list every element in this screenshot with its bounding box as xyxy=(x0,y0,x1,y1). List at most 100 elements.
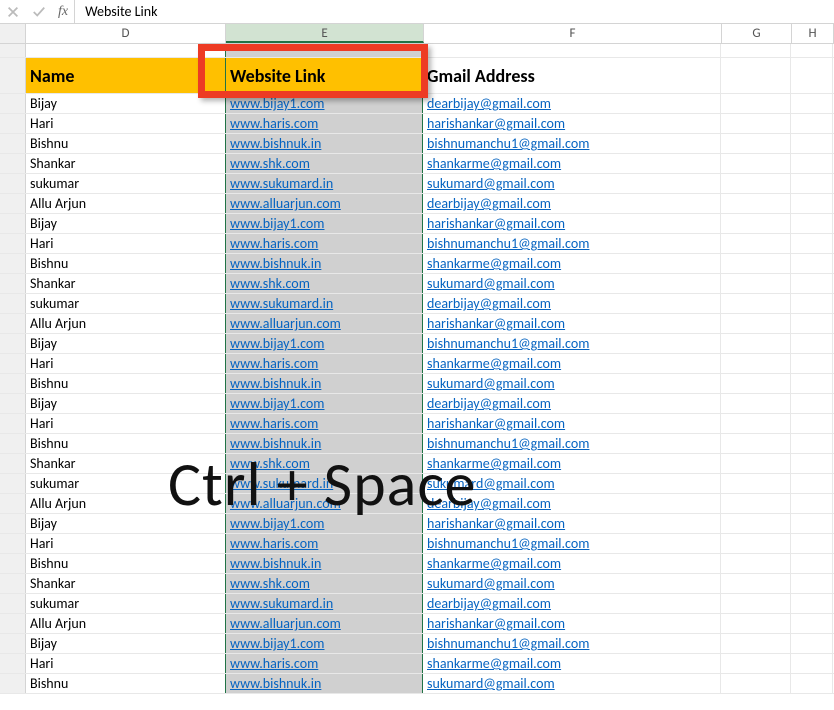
cell-name[interactable]: Bijay xyxy=(26,394,226,413)
cell-name[interactable]: Bishnu xyxy=(26,434,226,453)
website-link[interactable]: www.bijay1.com xyxy=(230,95,324,112)
cell[interactable] xyxy=(721,674,791,693)
cell-website[interactable]: www.alluarjun.com xyxy=(225,314,423,333)
cell-website[interactable]: www.haris.com xyxy=(225,234,423,253)
cell[interactable] xyxy=(791,334,833,353)
cell-gmail[interactable]: bishnumanchu1@gmail.com xyxy=(423,334,721,353)
email-link[interactable]: bishnumanchu1@gmail.com xyxy=(427,135,589,152)
cell[interactable] xyxy=(721,634,791,653)
cell[interactable] xyxy=(721,554,791,573)
email-link[interactable]: shankarme@gmail.com xyxy=(427,455,561,472)
cell-name[interactable]: Allu Arjun xyxy=(26,194,226,213)
cell[interactable] xyxy=(721,58,791,93)
cell[interactable] xyxy=(791,594,833,613)
cell[interactable] xyxy=(721,594,791,613)
cell-gmail[interactable]: harishankar@gmail.com xyxy=(423,414,721,433)
cell-website[interactable]: www.shk.com xyxy=(225,274,423,293)
cell-gmail[interactable]: sukumard@gmail.com xyxy=(423,474,721,493)
cell-website[interactable]: www.bishnuk.in xyxy=(225,434,423,453)
cell[interactable] xyxy=(721,614,791,633)
row-gutter[interactable] xyxy=(0,314,26,333)
cell[interactable] xyxy=(791,174,833,193)
cell-name[interactable]: sukumar xyxy=(26,294,226,313)
cell-name[interactable]: Bijay xyxy=(26,214,226,233)
cell-website[interactable]: www.bijay1.com xyxy=(225,394,423,413)
cell-gmail[interactable]: harishankar@gmail.com xyxy=(423,114,721,133)
cell[interactable] xyxy=(721,154,791,173)
website-link[interactable]: www.haris.com xyxy=(230,535,318,552)
cell[interactable] xyxy=(721,114,791,133)
cell[interactable] xyxy=(721,374,791,393)
cell[interactable] xyxy=(791,134,833,153)
cell[interactable] xyxy=(791,474,833,493)
row-gutter[interactable] xyxy=(0,58,26,93)
email-link[interactable]: harishankar@gmail.com xyxy=(427,315,565,332)
cell-gmail[interactable]: harishankar@gmail.com xyxy=(423,614,721,633)
cell-gmail[interactable]: sukumard@gmail.com xyxy=(423,674,721,693)
website-link[interactable]: www.alluarjun.com xyxy=(230,615,341,632)
cell[interactable] xyxy=(791,454,833,473)
cell[interactable] xyxy=(721,194,791,213)
cell-name[interactable]: Bishnu xyxy=(26,554,226,573)
cell[interactable] xyxy=(721,274,791,293)
cell-name[interactable]: Bijay xyxy=(26,514,226,533)
row-gutter[interactable] xyxy=(0,194,26,213)
cell-name[interactable]: Hari xyxy=(26,354,226,373)
website-link[interactable]: www.shk.com xyxy=(230,575,310,592)
website-link[interactable]: www.shk.com xyxy=(230,275,310,292)
cell-name[interactable]: Bishnu xyxy=(26,134,226,153)
cell-gmail[interactable]: shankarme@gmail.com xyxy=(423,354,721,373)
cell-website[interactable]: www.sukumard.in xyxy=(225,294,423,313)
website-link[interactable]: www.bijay1.com xyxy=(230,335,324,352)
col-header-F[interactable]: F xyxy=(424,24,722,43)
email-link[interactable]: shankarme@gmail.com xyxy=(427,555,561,572)
website-link[interactable]: www.sukumard.in xyxy=(230,175,333,192)
cell-gmail[interactable]: harishankar@gmail.com xyxy=(423,514,721,533)
col-header-D[interactable]: D xyxy=(26,24,226,43)
cell-gmail[interactable]: bishnumanchu1@gmail.com xyxy=(423,634,721,653)
cell-gmail[interactable]: dearbijay@gmail.com xyxy=(423,594,721,613)
cell-gmail[interactable]: sukumard@gmail.com xyxy=(423,174,721,193)
cell-name[interactable]: Allu Arjun xyxy=(26,614,226,633)
email-link[interactable]: harishankar@gmail.com xyxy=(427,215,565,232)
email-link[interactable]: harishankar@gmail.com xyxy=(427,515,565,532)
website-link[interactable]: www.haris.com xyxy=(230,355,318,372)
cell-name[interactable]: Shankar xyxy=(26,454,226,473)
cell-name[interactable]: Hari xyxy=(26,654,226,673)
cell-website[interactable]: www.bijay1.com xyxy=(225,334,423,353)
cell-gmail[interactable]: shankarme@gmail.com xyxy=(423,654,721,673)
cell-website[interactable]: www.bishnuk.in xyxy=(225,374,423,393)
cell-name[interactable]: Bishnu xyxy=(26,254,226,273)
email-link[interactable]: dearbijay@gmail.com xyxy=(427,195,551,212)
cell[interactable] xyxy=(721,134,791,153)
cell[interactable] xyxy=(791,534,833,553)
cell-website[interactable]: www.haris.com xyxy=(225,654,423,673)
cell[interactable] xyxy=(791,234,833,253)
cell-website[interactable]: www.bijay1.com xyxy=(225,514,423,533)
website-link[interactable]: www.bishnuk.in xyxy=(230,375,321,392)
cell[interactable] xyxy=(721,214,791,233)
col-header-G[interactable]: G xyxy=(722,24,792,43)
cell-gmail[interactable]: shankarme@gmail.com xyxy=(423,254,721,273)
cell-gmail[interactable]: shankarme@gmail.com xyxy=(423,554,721,573)
email-link[interactable]: bishnumanchu1@gmail.com xyxy=(427,635,589,652)
cell[interactable] xyxy=(721,294,791,313)
cell[interactable] xyxy=(791,674,833,693)
cell[interactable] xyxy=(721,474,791,493)
email-link[interactable]: dearbijay@gmail.com xyxy=(427,395,551,412)
cell[interactable] xyxy=(791,294,833,313)
cell-name[interactable]: Shankar xyxy=(26,154,226,173)
row-gutter[interactable] xyxy=(0,454,26,473)
email-link[interactable]: sukumard@gmail.com xyxy=(427,675,555,692)
row-gutter[interactable] xyxy=(0,174,26,193)
row-gutter[interactable] xyxy=(0,274,26,293)
cell[interactable] xyxy=(225,44,423,57)
email-link[interactable]: harishankar@gmail.com xyxy=(427,115,565,132)
cell-website[interactable]: www.bishnuk.in xyxy=(225,554,423,573)
row-gutter[interactable] xyxy=(0,254,26,273)
cell[interactable] xyxy=(791,354,833,373)
website-link[interactable]: www.shk.com xyxy=(230,455,310,472)
website-link[interactable]: www.haris.com xyxy=(230,415,318,432)
website-link[interactable]: www.sukumard.in xyxy=(230,475,333,492)
cell-name[interactable]: sukumar xyxy=(26,594,226,613)
